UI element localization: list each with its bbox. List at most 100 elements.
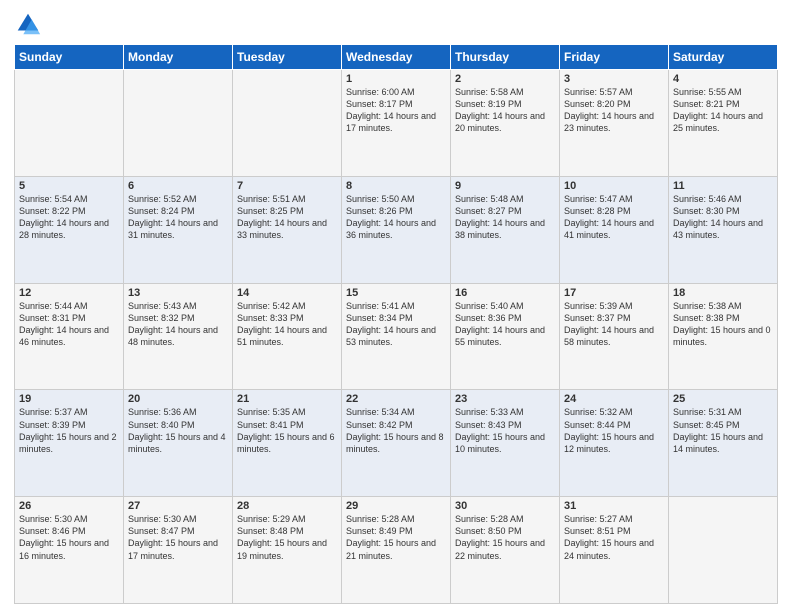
day-info: Sunrise: 5:55 AM Sunset: 8:21 PM Dayligh… <box>673 86 773 135</box>
weekday-header-sunday: Sunday <box>15 45 124 70</box>
day-info: Sunrise: 5:47 AM Sunset: 8:28 PM Dayligh… <box>564 193 664 242</box>
day-cell: 6Sunrise: 5:52 AM Sunset: 8:24 PM Daylig… <box>124 176 233 283</box>
day-cell: 24Sunrise: 5:32 AM Sunset: 8:44 PM Dayli… <box>560 390 669 497</box>
day-cell <box>15 70 124 177</box>
day-info: Sunrise: 5:28 AM Sunset: 8:49 PM Dayligh… <box>346 513 446 562</box>
day-cell: 20Sunrise: 5:36 AM Sunset: 8:40 PM Dayli… <box>124 390 233 497</box>
day-number: 13 <box>128 287 228 299</box>
day-cell: 12Sunrise: 5:44 AM Sunset: 8:31 PM Dayli… <box>15 283 124 390</box>
day-number: 17 <box>564 287 664 299</box>
day-cell: 19Sunrise: 5:37 AM Sunset: 8:39 PM Dayli… <box>15 390 124 497</box>
day-number: 4 <box>673 73 773 85</box>
day-info: Sunrise: 5:35 AM Sunset: 8:41 PM Dayligh… <box>237 406 337 455</box>
day-cell: 29Sunrise: 5:28 AM Sunset: 8:49 PM Dayli… <box>342 497 451 604</box>
day-number: 30 <box>455 500 555 512</box>
week-row-3: 12Sunrise: 5:44 AM Sunset: 8:31 PM Dayli… <box>15 283 778 390</box>
day-info: Sunrise: 5:44 AM Sunset: 8:31 PM Dayligh… <box>19 300 119 349</box>
day-cell: 10Sunrise: 5:47 AM Sunset: 8:28 PM Dayli… <box>560 176 669 283</box>
day-cell: 14Sunrise: 5:42 AM Sunset: 8:33 PM Dayli… <box>233 283 342 390</box>
weekday-header-tuesday: Tuesday <box>233 45 342 70</box>
day-cell: 4Sunrise: 5:55 AM Sunset: 8:21 PM Daylig… <box>669 70 778 177</box>
day-info: Sunrise: 5:30 AM Sunset: 8:46 PM Dayligh… <box>19 513 119 562</box>
day-number: 5 <box>19 180 119 192</box>
day-number: 6 <box>128 180 228 192</box>
day-info: Sunrise: 5:27 AM Sunset: 8:51 PM Dayligh… <box>564 513 664 562</box>
day-info: Sunrise: 5:37 AM Sunset: 8:39 PM Dayligh… <box>19 406 119 455</box>
day-info: Sunrise: 5:38 AM Sunset: 8:38 PM Dayligh… <box>673 300 773 349</box>
day-info: Sunrise: 5:42 AM Sunset: 8:33 PM Dayligh… <box>237 300 337 349</box>
weekday-header-row: SundayMondayTuesdayWednesdayThursdayFrid… <box>15 45 778 70</box>
day-cell: 22Sunrise: 5:34 AM Sunset: 8:42 PM Dayli… <box>342 390 451 497</box>
week-row-5: 26Sunrise: 5:30 AM Sunset: 8:46 PM Dayli… <box>15 497 778 604</box>
day-number: 2 <box>455 73 555 85</box>
week-row-2: 5Sunrise: 5:54 AM Sunset: 8:22 PM Daylig… <box>15 176 778 283</box>
header <box>14 10 778 38</box>
day-info: Sunrise: 5:46 AM Sunset: 8:30 PM Dayligh… <box>673 193 773 242</box>
day-number: 27 <box>128 500 228 512</box>
day-info: Sunrise: 5:32 AM Sunset: 8:44 PM Dayligh… <box>564 406 664 455</box>
day-info: Sunrise: 5:39 AM Sunset: 8:37 PM Dayligh… <box>564 300 664 349</box>
day-number: 18 <box>673 287 773 299</box>
day-info: Sunrise: 6:00 AM Sunset: 8:17 PM Dayligh… <box>346 86 446 135</box>
day-info: Sunrise: 5:41 AM Sunset: 8:34 PM Dayligh… <box>346 300 446 349</box>
day-number: 7 <box>237 180 337 192</box>
day-number: 12 <box>19 287 119 299</box>
day-cell: 23Sunrise: 5:33 AM Sunset: 8:43 PM Dayli… <box>451 390 560 497</box>
day-cell: 8Sunrise: 5:50 AM Sunset: 8:26 PM Daylig… <box>342 176 451 283</box>
day-cell: 25Sunrise: 5:31 AM Sunset: 8:45 PM Dayli… <box>669 390 778 497</box>
day-info: Sunrise: 5:31 AM Sunset: 8:45 PM Dayligh… <box>673 406 773 455</box>
day-cell: 15Sunrise: 5:41 AM Sunset: 8:34 PM Dayli… <box>342 283 451 390</box>
week-row-4: 19Sunrise: 5:37 AM Sunset: 8:39 PM Dayli… <box>15 390 778 497</box>
day-cell: 28Sunrise: 5:29 AM Sunset: 8:48 PM Dayli… <box>233 497 342 604</box>
weekday-header-monday: Monday <box>124 45 233 70</box>
weekday-header-friday: Friday <box>560 45 669 70</box>
day-info: Sunrise: 5:33 AM Sunset: 8:43 PM Dayligh… <box>455 406 555 455</box>
logo-icon <box>14 10 42 38</box>
day-cell: 2Sunrise: 5:58 AM Sunset: 8:19 PM Daylig… <box>451 70 560 177</box>
day-info: Sunrise: 5:36 AM Sunset: 8:40 PM Dayligh… <box>128 406 228 455</box>
day-info: Sunrise: 5:51 AM Sunset: 8:25 PM Dayligh… <box>237 193 337 242</box>
day-cell: 21Sunrise: 5:35 AM Sunset: 8:41 PM Dayli… <box>233 390 342 497</box>
day-cell: 31Sunrise: 5:27 AM Sunset: 8:51 PM Dayli… <box>560 497 669 604</box>
day-number: 19 <box>19 393 119 405</box>
day-cell: 16Sunrise: 5:40 AM Sunset: 8:36 PM Dayli… <box>451 283 560 390</box>
day-cell: 18Sunrise: 5:38 AM Sunset: 8:38 PM Dayli… <box>669 283 778 390</box>
day-cell: 3Sunrise: 5:57 AM Sunset: 8:20 PM Daylig… <box>560 70 669 177</box>
weekday-header-wednesday: Wednesday <box>342 45 451 70</box>
day-cell: 13Sunrise: 5:43 AM Sunset: 8:32 PM Dayli… <box>124 283 233 390</box>
day-info: Sunrise: 5:43 AM Sunset: 8:32 PM Dayligh… <box>128 300 228 349</box>
logo <box>14 10 46 38</box>
day-number: 24 <box>564 393 664 405</box>
calendar-table: SundayMondayTuesdayWednesdayThursdayFrid… <box>14 44 778 604</box>
weekday-header-saturday: Saturday <box>669 45 778 70</box>
day-cell: 9Sunrise: 5:48 AM Sunset: 8:27 PM Daylig… <box>451 176 560 283</box>
day-number: 16 <box>455 287 555 299</box>
day-number: 9 <box>455 180 555 192</box>
day-cell <box>669 497 778 604</box>
day-number: 1 <box>346 73 446 85</box>
day-cell: 30Sunrise: 5:28 AM Sunset: 8:50 PM Dayli… <box>451 497 560 604</box>
day-cell: 7Sunrise: 5:51 AM Sunset: 8:25 PM Daylig… <box>233 176 342 283</box>
day-number: 28 <box>237 500 337 512</box>
day-number: 31 <box>564 500 664 512</box>
weekday-header-thursday: Thursday <box>451 45 560 70</box>
day-info: Sunrise: 5:29 AM Sunset: 8:48 PM Dayligh… <box>237 513 337 562</box>
day-info: Sunrise: 5:52 AM Sunset: 8:24 PM Dayligh… <box>128 193 228 242</box>
day-number: 23 <box>455 393 555 405</box>
day-cell: 17Sunrise: 5:39 AM Sunset: 8:37 PM Dayli… <box>560 283 669 390</box>
day-info: Sunrise: 5:40 AM Sunset: 8:36 PM Dayligh… <box>455 300 555 349</box>
day-cell <box>233 70 342 177</box>
day-number: 14 <box>237 287 337 299</box>
day-cell: 26Sunrise: 5:30 AM Sunset: 8:46 PM Dayli… <box>15 497 124 604</box>
day-info: Sunrise: 5:30 AM Sunset: 8:47 PM Dayligh… <box>128 513 228 562</box>
day-info: Sunrise: 5:58 AM Sunset: 8:19 PM Dayligh… <box>455 86 555 135</box>
week-row-1: 1Sunrise: 6:00 AM Sunset: 8:17 PM Daylig… <box>15 70 778 177</box>
day-number: 21 <box>237 393 337 405</box>
day-info: Sunrise: 5:48 AM Sunset: 8:27 PM Dayligh… <box>455 193 555 242</box>
day-number: 25 <box>673 393 773 405</box>
day-number: 11 <box>673 180 773 192</box>
day-cell <box>124 70 233 177</box>
day-cell: 11Sunrise: 5:46 AM Sunset: 8:30 PM Dayli… <box>669 176 778 283</box>
day-number: 22 <box>346 393 446 405</box>
day-number: 20 <box>128 393 228 405</box>
